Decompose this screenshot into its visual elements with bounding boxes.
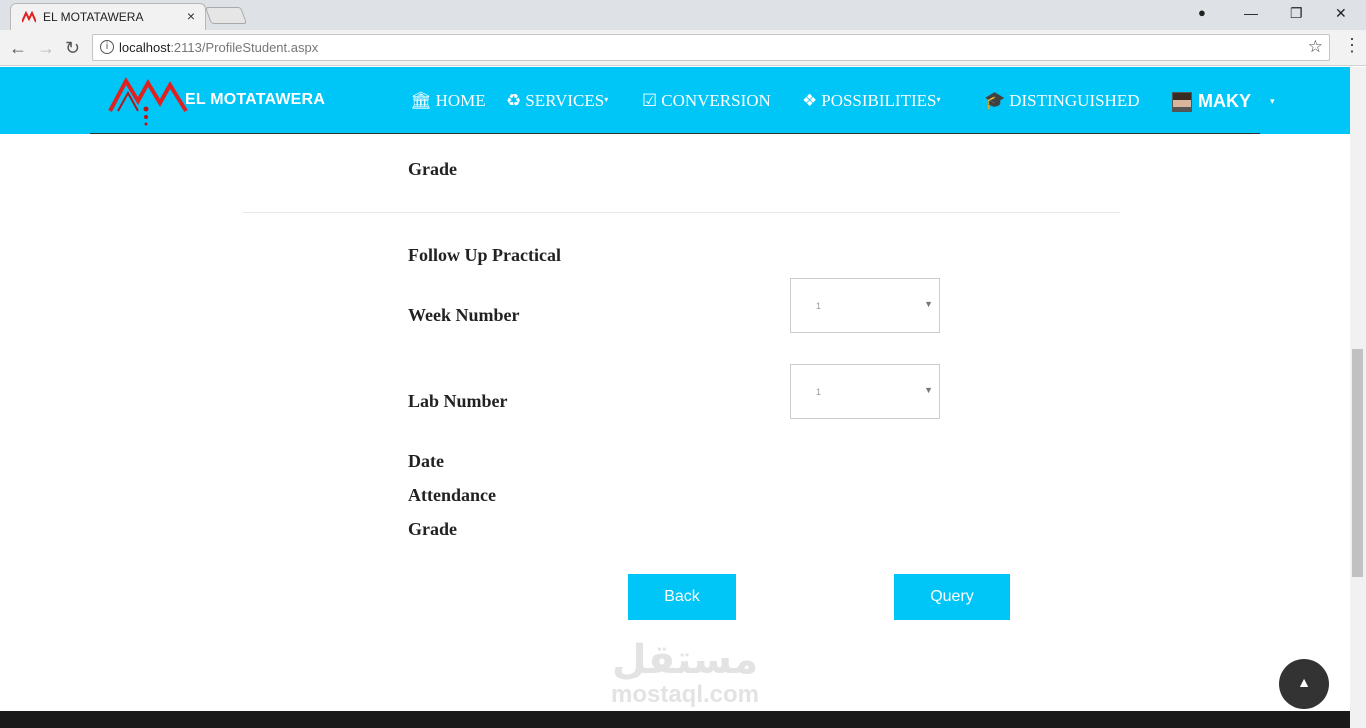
nav-possibilities[interactable]: ❖ POSSIBILITIES▾ [802,91,941,111]
tab-title: EL MOTATAWERA [43,10,144,24]
nav-conversion-label: CONVERSION [661,91,771,110]
url-path: :2113/ProfileStudent.aspx [170,40,319,55]
nav-distinguished-label: DISTINGUISHED [1009,91,1140,110]
profile-icon[interactable]: ● [1198,5,1206,20]
lab-number-select[interactable]: 1 ▼ [790,364,940,419]
address-bar[interactable]: i localhost:2113/ProfileStudent.aspx ☆ [92,34,1330,61]
week-number-label: Week Number [408,305,520,325]
user-caret-icon[interactable]: ▾ [1270,96,1275,107]
caret-down-icon: ▾ [936,95,941,104]
date-label: Date [408,451,444,471]
footer [0,711,1350,728]
bank-icon: 🏛 [410,91,432,111]
url-text[interactable]: localhost:2113/ProfileStudent.aspx [119,40,318,55]
browser-toolbar: ← → ↻ i localhost:2113/ProfileStudent.as… [0,30,1366,66]
bookmark-star-icon[interactable]: ☆ [1308,37,1323,57]
tab-close-icon[interactable]: × [187,8,195,24]
avatar[interactable] [1172,92,1192,112]
graduation-cap-icon: 🎓 [984,91,1006,111]
lab-number-value: 1 [816,387,822,397]
watermark-arabic: مستقل [611,637,759,683]
scrollbar-thumb[interactable] [1352,349,1363,577]
lab-number-label: Lab Number [408,391,508,411]
dropdown-arrow-icon: ▼ [924,385,933,395]
brand-name[interactable]: EL MOTATAWERA [185,91,325,109]
nav-home-label: HOME [435,91,486,110]
checkbox-icon: ☑ [642,91,658,111]
section-divider [243,212,1120,213]
prev-grade-label: Grade [408,159,457,179]
back-arrow-icon[interactable]: ← [9,38,27,59]
browser-tab[interactable]: EL MOTATAWERA × [10,3,206,30]
browser-menu-icon[interactable]: ⋮ [1343,36,1361,54]
cubes-icon: ❖ [802,91,818,111]
attendance-label: Attendance [408,485,496,505]
url-host: localhost [119,40,171,55]
minimize-button[interactable]: — [1244,5,1258,21]
vertical-scrollbar[interactable] [1350,67,1366,728]
grade-label: Grade [408,519,457,539]
restore-button[interactable]: ❐ [1290,5,1303,22]
dropdown-arrow-icon: ▼ [924,299,933,309]
back-button[interactable]: Back [628,574,736,620]
nav-home[interactable]: 🏛 HOME [410,91,486,111]
user-name[interactable]: MAKY [1198,91,1251,112]
page-viewport: EL MOTATAWERA 🏛 HOME ♻ SERVICES▾ ☑ CONVERSI… [0,67,1350,728]
close-window-button[interactable]: ✕ [1335,5,1347,22]
practical-title: Follow Up Practical [408,245,561,265]
nav-conversion[interactable]: ☑ CONVERSION [642,91,771,111]
scroll-to-top-button[interactable]: ▲ [1279,659,1329,709]
watermark-latin: mostaql.com [610,681,760,708]
query-button[interactable]: Query [894,574,1010,620]
browser-tabstrip: EL MOTATAWERA × ● — ❐ ✕ [0,0,1366,30]
logo-icon [108,76,188,126]
info-icon[interactable]: i [100,40,114,54]
nav-services-label: SERVICES [525,91,605,110]
week-number-select[interactable]: 1 ▼ [790,278,940,333]
nav-distinguished[interactable]: 🎓 DISTINGUISHED [984,91,1140,111]
watermark: مستقل mostaql.com [600,637,770,707]
new-tab-button[interactable] [204,7,248,24]
site-favicon-icon [22,11,36,23]
forward-arrow-icon[interactable]: → [37,38,55,59]
navbar-divider [90,133,1260,134]
week-number-value: 1 [816,301,822,311]
recycle-icon: ♻ [506,91,522,111]
reload-icon[interactable]: ↻ [65,38,80,59]
caret-down-icon: ▾ [604,95,609,104]
nav-possibilities-label: POSSIBILITIES [821,91,937,110]
nav-services[interactable]: ♻ SERVICES▾ [506,91,608,111]
site-navbar: EL MOTATAWERA 🏛 HOME ♻ SERVICES▾ ☑ CONVERSI… [0,67,1350,134]
